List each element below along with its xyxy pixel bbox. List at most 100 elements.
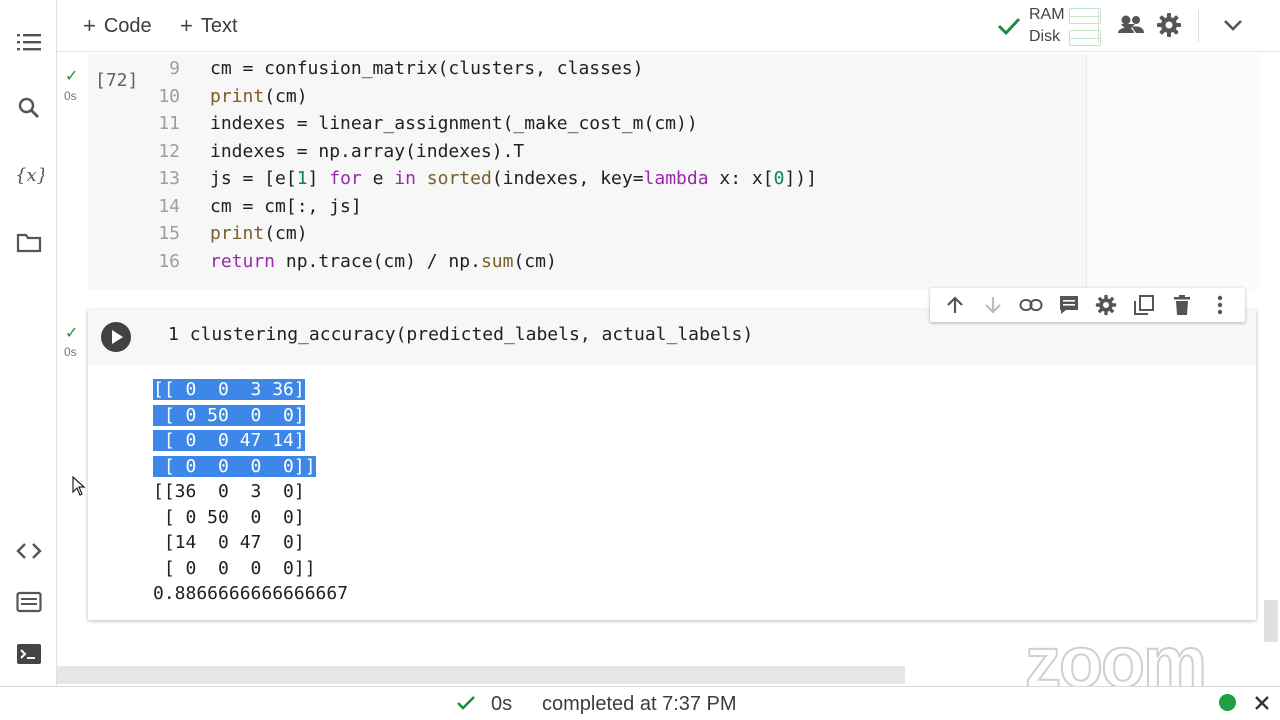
colab-notebook: {x} + Code + Text RAM Disk: [0, 0, 1280, 720]
cell-2-success-check-icon: ✓: [65, 325, 79, 342]
plus-icon: +: [180, 13, 193, 38]
code-token: print: [210, 223, 265, 244]
line-number: 9: [169, 58, 180, 79]
cell-settings-icon[interactable]: [1093, 292, 1119, 318]
selected-text: [ 0 50 0 0]: [153, 404, 305, 426]
code-token: indexes = linear_assignment(_make_cost_m…: [210, 113, 698, 134]
search-icon[interactable]: [0, 88, 57, 128]
code-token: lambda: [643, 168, 709, 189]
line-number: 13: [158, 168, 180, 189]
output-line-selected: [[ 0 0 3 36]: [153, 377, 305, 403]
output-line: [ 0 50 0 0]: [153, 506, 305, 528]
code-line[interactable]: 11 indexes = linear_assignment(_make_cost…: [150, 110, 698, 137]
add-text-button[interactable]: + Text: [180, 12, 238, 40]
cell-toolbar: [930, 288, 1245, 322]
share-people-icon[interactable]: [1117, 14, 1145, 36]
code-token: (cm): [264, 223, 308, 244]
output-line: [ 0 0 0 0]]: [153, 557, 316, 579]
comment-icon[interactable]: [1056, 292, 1082, 318]
output-line-selected: [ 0 0 47 14]: [153, 428, 305, 454]
code-line[interactable]: 12 indexes = np.array(indexes).T: [150, 138, 524, 165]
link-icon[interactable]: [1018, 292, 1044, 318]
line-number: 10: [158, 85, 180, 107]
code-token: (cm): [264, 85, 308, 107]
code-token: for: [329, 168, 362, 189]
connected-check-icon: [997, 17, 1021, 36]
ram-label: RAM: [1029, 6, 1065, 23]
svg-text:{x}: {x}: [15, 165, 44, 186]
output-line-selected: [ 0 0 0 0]]: [153, 454, 316, 480]
code-line[interactable]: 16 return np.trace(cm) / np.sum(cm): [150, 248, 557, 275]
table-of-contents-icon[interactable]: [0, 22, 57, 62]
code-token: cm = cm[:, js]: [210, 195, 362, 217]
line-number: 11: [158, 113, 180, 134]
folder-icon[interactable]: [0, 223, 57, 263]
more-options-icon[interactable]: [1207, 292, 1233, 318]
add-text-label: Text: [200, 14, 238, 37]
code-token: np.trace(cm) / np.: [275, 250, 481, 272]
status-check-icon: [457, 696, 475, 710]
code-token: sum: [480, 250, 514, 272]
close-status-icon[interactable]: [1254, 695, 1270, 711]
code-token: print: [210, 85, 265, 107]
output-line: [14 0 47 0]: [153, 532, 305, 553]
cell-1-side-gutter: [1086, 54, 1260, 290]
add-code-label: Code: [103, 14, 152, 37]
code-line[interactable]: 9 cm = confusion_matrix(clusters, classes…: [150, 55, 643, 82]
code-line[interactable]: 13 js = [e[1] for e in sorted(indexes, ke…: [150, 165, 817, 192]
move-cell-down-icon[interactable]: [980, 292, 1006, 318]
cell-1-run-time: 0s: [64, 89, 77, 103]
left-sidebar: {x}: [0, 0, 57, 686]
selected-text: [ 0 0 47 14]: [153, 430, 305, 451]
variables-icon[interactable]: {x}: [0, 155, 57, 195]
code-token: 0: [773, 168, 785, 189]
code-token: 1: [296, 168, 308, 189]
execution-count[interactable]: [72]: [95, 70, 138, 91]
code-token: (cm): [513, 250, 557, 272]
add-code-button[interactable]: + Code: [83, 12, 152, 40]
toolbar-divider: [1098, 10, 1099, 42]
toolbar-divider: [1198, 10, 1199, 42]
cell-2-code-line[interactable]: 1 clustering_accuracy(predicted_labels, …: [168, 324, 753, 345]
ram-usage-bar: [1069, 8, 1101, 24]
mirror-cell-icon[interactable]: [1131, 292, 1157, 318]
cell-2-run-time: 0s: [64, 345, 77, 359]
collapse-chevron-icon[interactable]: [1223, 18, 1243, 32]
line-number: 12: [158, 140, 180, 162]
status-bar: 0s completed at 7:37 PM: [0, 686, 1280, 720]
code-text: clustering_accuracy(predicted_labels, ac…: [189, 324, 754, 345]
terminal-icon[interactable]: [0, 634, 57, 674]
code-line[interactable]: 15 print(cm): [150, 220, 308, 247]
cell-1-success-check-icon: ✓: [65, 68, 79, 85]
code-token: in: [394, 168, 416, 189]
move-cell-up-icon[interactable]: [942, 292, 968, 318]
line-number: 15: [158, 223, 180, 244]
code-token: e: [361, 168, 395, 189]
vertical-scrollbar[interactable]: [1264, 600, 1278, 642]
line-number: 14: [158, 195, 180, 217]
code-token: (indexes, key=: [491, 168, 644, 189]
run-cell-button[interactable]: [101, 322, 131, 352]
notebook-toolbar: + Code + Text RAM Disk: [57, 0, 1280, 52]
delete-cell-icon[interactable]: [1169, 292, 1195, 318]
code-token: ])]: [784, 168, 817, 189]
completed-at-text: completed at 7:37 PM: [542, 693, 737, 715]
code-token: return: [210, 250, 276, 272]
mouse-cursor-icon: [72, 476, 86, 496]
output-line: 0.8866666666666667: [153, 583, 349, 604]
code-token: cm = confusion_matrix(clusters, classes): [210, 58, 644, 79]
selected-text: [[ 0 0 3 36]: [153, 379, 305, 400]
horizontal-scrollbar[interactable]: [57, 666, 905, 684]
code-line[interactable]: 10 print(cm): [150, 83, 308, 110]
line-number: 16: [158, 250, 180, 272]
output-line-selected: [ 0 50 0 0]: [153, 403, 305, 429]
code-token: sorted: [426, 168, 492, 189]
connection-status-dot: [1219, 694, 1236, 711]
settings-gear-icon[interactable]: [1156, 12, 1182, 38]
code-line[interactable]: 14 cm = cm[:, js]: [150, 193, 362, 220]
disk-label: Disk: [1029, 28, 1061, 45]
output-line: [[36 0 3 0]: [153, 481, 305, 502]
command-palette-icon[interactable]: [0, 582, 57, 622]
code-snippets-icon[interactable]: [0, 531, 57, 571]
